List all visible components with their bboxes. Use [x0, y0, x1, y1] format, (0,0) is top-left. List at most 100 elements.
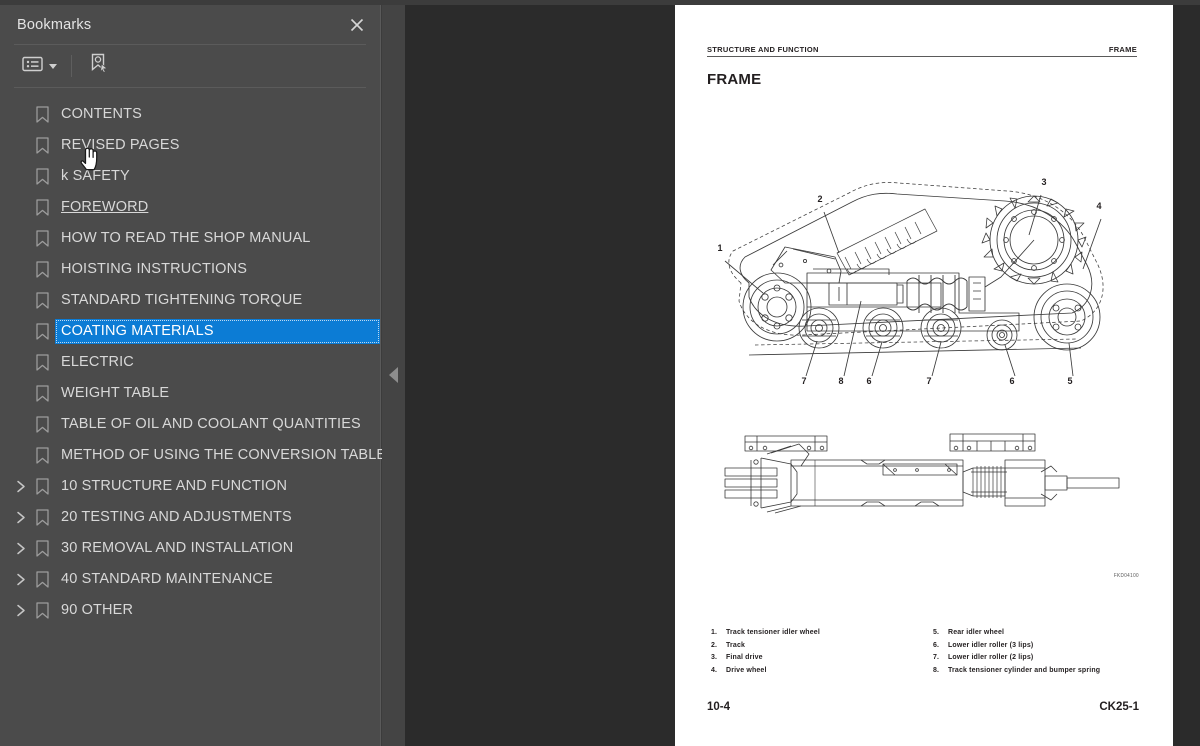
- list-options-icon: [22, 55, 43, 78]
- parts-legend-number: 6.: [933, 641, 940, 649]
- bookmark-icon: [32, 223, 52, 254]
- toolbar-separator: [71, 55, 72, 77]
- parts-legend-number: 7.: [933, 654, 940, 662]
- header-left-text: STRUCTURE AND FUNCTION: [707, 45, 819, 54]
- bookmark-icon: [32, 533, 52, 564]
- bookmark-item[interactable]: k SAFETY: [0, 161, 380, 192]
- pdf-page: STRUCTURE AND FUNCTION FRAME FRAME 1 2 3…: [675, 5, 1173, 746]
- figure-callout-number: 4: [1096, 201, 1101, 211]
- bookmark-item[interactable]: TABLE OF OIL AND COOLANT QUANTITIES: [0, 409, 380, 440]
- bookmark-icon: [32, 99, 52, 130]
- page-number: 10-4: [707, 701, 731, 713]
- bookmark-item[interactable]: HOISTING INSTRUCTIONS: [0, 254, 380, 285]
- chevron-right-icon[interactable]: [10, 471, 32, 502]
- document-code: CK25-1: [1099, 701, 1139, 713]
- bookmark-indent-spacer: [10, 192, 32, 223]
- close-icon[interactable]: [346, 14, 368, 36]
- page-running-header: STRUCTURE AND FUNCTION FRAME: [707, 45, 1137, 57]
- bookmark-item[interactable]: 90 OTHER: [0, 595, 380, 626]
- bookmark-indent-spacer: [10, 440, 32, 471]
- parts-legend-number: 3.: [711, 654, 718, 662]
- parts-legend: 1. Track tensioner idler wheel 2. Track 3. Fi…: [711, 627, 1141, 677]
- bookmark-icon: [32, 285, 52, 316]
- parts-legend-number: 4.: [711, 666, 718, 674]
- bookmark-item[interactable]: 30 REMOVAL AND INSTALLATION: [0, 533, 380, 564]
- figure-callout-number: 7: [801, 376, 806, 386]
- bookmark-indent-spacer: [10, 409, 32, 440]
- bookmark-item[interactable]: METHOD OF USING THE CONVERSION TABLE: [0, 440, 386, 471]
- parts-legend-item: 3. Final drive: [711, 652, 926, 665]
- chevron-right-icon[interactable]: [10, 564, 32, 595]
- bookmark-indent-spacer: [10, 161, 32, 192]
- figure-callout-number: 3: [1041, 177, 1046, 187]
- figure-code: FKD04100: [1113, 572, 1139, 579]
- bookmark-icon: [32, 409, 52, 440]
- bookmark-icon: [32, 440, 52, 471]
- bookmark-indent-spacer: [10, 378, 32, 409]
- parts-legend-name: Track tensioner cylinder and bumper spri…: [948, 666, 1101, 674]
- collapse-left-arrow-icon[interactable]: [389, 367, 398, 383]
- bookmark-item-label: 40 STANDARD MAINTENANCE: [61, 571, 273, 587]
- bookmark-icon: [32, 347, 52, 378]
- parts-legend-item: 1. Track tensioner idler wheel: [711, 627, 926, 640]
- bookmark-icon: [32, 564, 52, 595]
- parts-legend-number: 8.: [933, 666, 940, 674]
- parts-legend-name: Drive wheel: [726, 666, 767, 674]
- parts-legend-name: Lower idler roller (3 lips): [948, 641, 1034, 649]
- bookmarks-tree: CONTENTS REVISED PAGES k SAFETY FOREWORD HOW…: [0, 93, 386, 746]
- chevron-right-icon[interactable]: [10, 595, 32, 626]
- bookmark-item[interactable]: 10 STRUCTURE AND FUNCTION: [0, 471, 380, 502]
- bookmark-item[interactable]: CONTENTS: [0, 99, 380, 130]
- bookmark-indent-spacer: [10, 130, 32, 161]
- parts-legend-number: 2.: [711, 641, 718, 649]
- parts-legend-left-column: 1. Track tensioner idler wheel 2. Track 3. Fi…: [711, 627, 926, 677]
- bookmark-icon: [32, 502, 52, 533]
- panel-splitter[interactable]: [382, 5, 405, 746]
- bookmark-item-label: WEIGHT TABLE: [61, 385, 170, 401]
- bookmark-indent-spacer: [10, 254, 32, 285]
- parts-legend-name: Rear idler wheel: [948, 629, 1005, 636]
- parts-legend-name: Lower idler roller (2 lips): [948, 654, 1034, 662]
- bookmark-item-label: 20 TESTING AND ADJUSTMENTS: [61, 509, 292, 525]
- figure-callout-number: 5: [1067, 376, 1072, 386]
- bookmark-icon: [32, 316, 52, 347]
- bookmark-item-label: 10 STRUCTURE AND FUNCTION: [61, 478, 288, 494]
- toolbar-divider: [14, 87, 366, 88]
- undercarriage-side-view-figure: 1 2 3 4 7 8 6 7 6 5: [689, 165, 1159, 400]
- bookmark-icon: [32, 192, 52, 223]
- chevron-right-icon[interactable]: [10, 502, 32, 533]
- header-right-text: FRAME: [1108, 45, 1137, 54]
- bookmark-item[interactable]: STANDARD TIGHTENING TORQUE: [0, 285, 380, 316]
- chevron-right-icon[interactable]: [10, 533, 32, 564]
- bookmark-item-label: HOISTING INSTRUCTIONS: [61, 261, 248, 277]
- pdf-viewer-area[interactable]: STRUCTURE AND FUNCTION FRAME FRAME 1 2 3…: [405, 5, 1200, 746]
- parts-legend-number: 5.: [933, 629, 940, 636]
- chevron-down-icon: [49, 63, 57, 69]
- bookmark-item[interactable]: REVISED PAGES: [0, 130, 380, 161]
- bookmark-item[interactable]: FOREWORD: [0, 192, 380, 223]
- figure-callout-number: 6: [1009, 376, 1014, 386]
- parts-legend-item: 7. Lower idler roller (2 lips): [933, 652, 1141, 665]
- new-bookmark-icon: [88, 52, 111, 80]
- page-title: FRAME: [707, 71, 762, 88]
- bookmark-icon: [32, 595, 52, 626]
- bookmark-item[interactable]: HOW TO READ THE SHOP MANUAL: [0, 223, 380, 254]
- bookmark-item-label: HOW TO READ THE SHOP MANUAL: [61, 230, 311, 246]
- bookmark-icon: [32, 378, 52, 409]
- parts-legend-name: Track: [726, 641, 746, 649]
- bookmark-item-label: METHOD OF USING THE CONVERSION TABLE: [61, 447, 387, 463]
- page-footer: 10-4 CK25-1: [707, 701, 1139, 713]
- bookmark-item[interactable]: ELECTRIC: [0, 347, 380, 378]
- figure-callout-number: 6: [866, 376, 871, 386]
- list-options-button[interactable]: [18, 52, 61, 81]
- bookmark-item[interactable]: COATING MATERIALS: [0, 316, 380, 347]
- bookmark-item[interactable]: WEIGHT TABLE: [0, 378, 380, 409]
- parts-legend-name: Final drive: [726, 654, 763, 662]
- bookmark-item-label: 90 OTHER: [61, 602, 134, 618]
- header-rule: [707, 56, 1137, 57]
- bookmark-item[interactable]: 20 TESTING AND ADJUSTMENTS: [0, 502, 380, 533]
- bookmark-indent-spacer: [10, 285, 32, 316]
- new-bookmark-button[interactable]: [84, 49, 115, 83]
- bookmark-item[interactable]: 40 STANDARD MAINTENANCE: [0, 564, 380, 595]
- bookmark-item-label: 30 REMOVAL AND INSTALLATION: [61, 540, 294, 556]
